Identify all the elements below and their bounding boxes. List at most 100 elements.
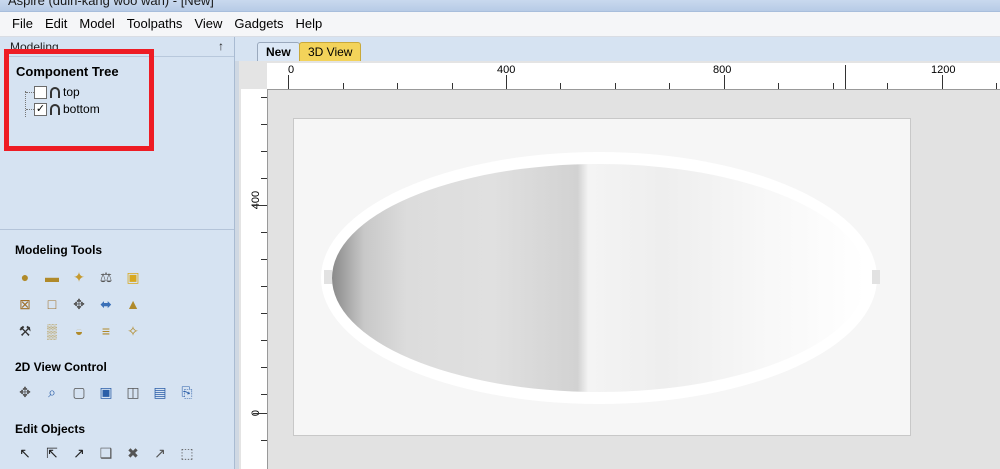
menu-toolpaths[interactable]: Toolpaths — [121, 12, 189, 36]
ruler-tick — [887, 83, 888, 89]
ruler-tick — [724, 75, 725, 89]
view-control-title: 2D View Control — [15, 360, 107, 374]
ruler-tick — [261, 124, 267, 125]
ruler-tick — [261, 313, 267, 314]
ruler-tick — [261, 232, 267, 233]
document-area: New 3D View 0 400 800 1200 400 0 — [235, 37, 1000, 469]
ruler-tick — [833, 83, 834, 89]
ruler-tick — [261, 394, 267, 395]
node-edit-icon[interactable]: ⇱ — [41, 442, 63, 464]
stack-icon[interactable]: ≡ — [95, 320, 117, 342]
dome-icon[interactable]: ◒ — [68, 320, 90, 342]
sharp-icon[interactable]: ✧ — [122, 320, 144, 342]
box-icon[interactable]: ⊠ — [14, 293, 36, 315]
ruler-tick — [996, 83, 997, 89]
ruler-label: 800 — [713, 64, 732, 76]
panel-title: Modeling — [10, 40, 59, 54]
ruler-tick — [261, 367, 267, 368]
ruler-tick — [261, 178, 267, 179]
ruler-tick — [669, 83, 670, 89]
distort-icon[interactable]: ⬚ — [176, 442, 198, 464]
menu-bar: File Edit Model Toolpaths View Gadgets H… — [0, 12, 1000, 37]
tree-item-label: top — [63, 85, 80, 99]
ruler-label: 400 — [250, 190, 262, 210]
menu-view[interactable]: View — [188, 12, 228, 36]
pan-icon[interactable]: ✥ — [14, 381, 36, 403]
menu-help[interactable]: Help — [290, 12, 329, 36]
flip-icon[interactable]: ⬌ — [95, 293, 117, 315]
component-icon — [50, 103, 60, 115]
zoom-box-icon[interactable]: ▣ — [95, 381, 117, 403]
pin-icon[interactable]: ↑ — [218, 39, 224, 53]
component-tree: Component Tree top ✓ bottom — [8, 56, 234, 225]
ruler-label: 1200 — [931, 64, 956, 76]
ruler-horizontal: 0 400 800 1200 — [267, 63, 1000, 90]
transform-icon[interactable]: ↗ — [68, 442, 90, 464]
tree-checkbox-bottom[interactable]: ✓ — [34, 102, 47, 116]
ruler-tick — [343, 83, 344, 89]
ruler-tick — [261, 340, 267, 341]
menu-edit[interactable]: Edit — [39, 12, 73, 36]
window-title-bar: Aspire (duin-kang woo wan) - [New] — [0, 0, 1000, 12]
zoom-fit-icon[interactable]: ▢ — [68, 381, 90, 403]
peak-icon[interactable]: ▲ — [122, 293, 144, 315]
material-area[interactable] — [293, 118, 911, 436]
menu-model[interactable]: Model — [73, 12, 120, 36]
zoom-icon[interactable]: ⌕ — [41, 381, 63, 403]
modeling-tools-title: Modeling Tools — [15, 243, 103, 257]
exit-view-icon[interactable]: ⎘ — [176, 381, 198, 403]
tree-item-top[interactable]: top — [20, 84, 80, 100]
texture-icon[interactable]: ▒ — [41, 320, 63, 342]
document-tabs: New 3D View — [235, 37, 1000, 61]
sculpt-icon[interactable]: ✦ — [68, 266, 90, 288]
sphere-icon[interactable]: ● — [14, 266, 36, 288]
tab-new[interactable]: New — [257, 42, 300, 61]
split-view-icon[interactable]: ◫ — [122, 381, 144, 403]
modeling-panel: Modeling ↑ Component Tree top ✓ bottom M… — [0, 37, 235, 469]
move-icon[interactable]: ⚖ — [95, 266, 117, 288]
menu-file[interactable]: File — [6, 12, 39, 36]
tab-3d-view[interactable]: 3D View — [299, 42, 362, 61]
select-icon[interactable]: ↖ — [14, 442, 36, 464]
edit-objects-title: Edit Objects — [15, 422, 86, 436]
section-divider — [0, 229, 234, 230]
ruler-tick — [261, 286, 267, 287]
ruler-tick — [506, 75, 507, 89]
ruler-tick — [261, 440, 267, 441]
merge-icon[interactable]: ✥ — [68, 293, 90, 315]
group-icon[interactable]: ❑ — [95, 442, 117, 464]
oval-edge-notch — [324, 270, 332, 284]
ungroup-icon[interactable]: ✖ — [122, 442, 144, 464]
ruler-tick — [288, 75, 289, 89]
menu-gadgets[interactable]: Gadgets — [228, 12, 289, 36]
wand-icon[interactable]: ⚒ — [14, 320, 36, 342]
ruler-tick — [560, 83, 561, 89]
tree-item-label: bottom — [63, 102, 100, 116]
oval-component-relief[interactable] — [332, 164, 866, 392]
measure-icon[interactable]: ↗ — [149, 442, 171, 464]
square-icon[interactable]: □ — [41, 293, 63, 315]
component-tree-title: Component Tree — [16, 64, 119, 79]
ruler-tick — [253, 413, 267, 414]
ruler-tick — [942, 75, 943, 89]
align-view-icon[interactable]: ▤ — [149, 381, 171, 403]
ruler-marker — [845, 65, 846, 89]
disc-icon[interactable]: ▬ — [41, 266, 63, 288]
ruler-tick — [253, 205, 267, 206]
panel-header: Modeling ↑ — [0, 37, 234, 57]
ruler-tick — [397, 83, 398, 89]
ruler-tick — [615, 83, 616, 89]
component-icon — [50, 86, 60, 98]
ruler-tick — [261, 259, 267, 260]
2d-view[interactable]: 0 400 800 1200 400 0 — [235, 61, 1000, 469]
oval-edge-notch — [872, 270, 880, 284]
tree-checkbox-top[interactable] — [34, 85, 47, 99]
ruler-tick — [452, 83, 453, 89]
folder-icon[interactable]: ▣ — [122, 266, 144, 288]
ruler-tick — [778, 83, 779, 89]
ruler-vertical: 400 0 — [241, 89, 268, 469]
ruler-tick — [261, 97, 267, 98]
ruler-tick — [261, 151, 267, 152]
window-title: Aspire (duin-kang woo wan) - [New] — [8, 0, 214, 8]
tree-item-bottom[interactable]: ✓ bottom — [20, 101, 100, 117]
